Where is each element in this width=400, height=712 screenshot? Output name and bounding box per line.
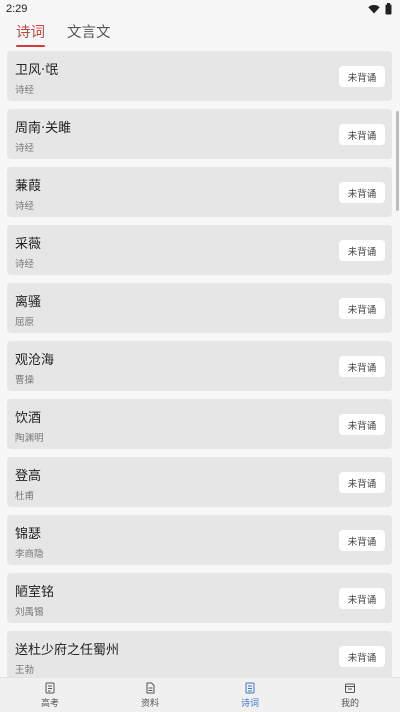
poem-author: 陶渊明 [15, 433, 44, 444]
list-item[interactable]: 采薇 诗经 未背诵 [7, 225, 392, 275]
profile-icon [345, 683, 355, 693]
nav-profile[interactable]: 我的 [300, 678, 400, 712]
poem-author: 诗经 [15, 85, 35, 96]
recite-status-button[interactable]: 未背诵 [339, 588, 385, 609]
poem-title: 蒹葭 [15, 179, 42, 194]
status-icons [368, 3, 392, 15]
recite-status-button[interactable]: 未背诵 [339, 66, 385, 87]
recite-status-button[interactable]: 未背诵 [339, 124, 385, 145]
tab-classical-prose[interactable]: 文言文 [67, 21, 111, 46]
recite-status-button[interactable]: 未背诵 [339, 182, 385, 203]
recite-status-button[interactable]: 未背诵 [339, 414, 385, 435]
recite-status-button[interactable]: 未背诵 [339, 646, 385, 667]
app-screen: 2:29 诗词 文言文 卫风·氓 诗经 未背诵 周南·关雎 诗经 未背诵 蒹葭 [0, 0, 400, 712]
list-item[interactable]: 送杜少府之任蜀州 王勃 未背诵 [7, 631, 392, 677]
poem-author: 曹操 [15, 375, 35, 386]
nav-label: 资料 [140, 698, 159, 709]
poem-author: 诗经 [15, 201, 35, 212]
poem-title: 周南·关雎 [15, 121, 72, 136]
recite-status-button[interactable]: 未背诵 [339, 356, 385, 377]
recite-status-button[interactable]: 未背诵 [339, 298, 385, 319]
list-item[interactable]: 观沧海 曹操 未背诵 [7, 341, 392, 391]
poem-title: 观沧海 [15, 353, 55, 368]
poem-list[interactable]: 卫风·氓 诗经 未背诵 周南·关雎 诗经 未背诵 蒹葭 诗经 未背诵 采薇 诗经… [0, 51, 400, 677]
category-tabs: 诗词 文言文 [0, 18, 400, 47]
tab-poems[interactable]: 诗词 [16, 21, 45, 47]
poem-icon [245, 682, 255, 693]
poem-title: 离骚 [15, 295, 42, 310]
list-item[interactable]: 蒹葭 诗经 未背诵 [7, 167, 392, 217]
nav-label: 我的 [340, 698, 359, 709]
list-item[interactable]: 周南·关雎 诗经 未背诵 [7, 109, 392, 159]
nav-materials[interactable]: 资料 [100, 678, 200, 712]
poem-author: 诗经 [15, 143, 35, 154]
status-time: 2:29 [6, 3, 28, 15]
poem-author: 屈原 [15, 317, 35, 328]
status-bar: 2:29 [0, 0, 400, 18]
list-item[interactable]: 离骚 屈原 未背诵 [7, 283, 392, 333]
nav-label: 高考 [40, 698, 59, 709]
poem-title: 送杜少府之任蜀州 [15, 643, 120, 658]
nav-label: 诗词 [240, 698, 259, 709]
poem-author: 李商隐 [15, 549, 44, 560]
poem-title: 锦瑟 [15, 527, 42, 542]
poem-title: 登高 [15, 469, 42, 484]
poem-title: 采薇 [15, 237, 42, 252]
recite-status-button[interactable]: 未背诵 [339, 530, 385, 551]
list-item[interactable]: 陋室铭 刘禹锡 未背诵 [7, 573, 392, 623]
nav-poems[interactable]: 诗词 [200, 678, 300, 712]
recite-status-button[interactable]: 未背诵 [339, 472, 385, 493]
scrollbar-thumb[interactable] [396, 111, 399, 211]
list-item[interactable]: 卫风·氓 诗经 未背诵 [7, 51, 392, 101]
list-item[interactable]: 登高 杜甫 未背诵 [7, 457, 392, 507]
poem-title: 陋室铭 [15, 585, 55, 600]
recite-status-button[interactable]: 未背诵 [339, 240, 385, 261]
list-item[interactable]: 饮酒 陶渊明 未背诵 [7, 399, 392, 449]
wifi-icon [368, 5, 380, 14]
poem-author: 杜甫 [15, 491, 35, 502]
poem-author: 诗经 [15, 259, 35, 270]
poem-title: 饮酒 [15, 411, 42, 426]
poem-author: 王勃 [15, 665, 35, 676]
document-icon [146, 682, 155, 693]
nav-exam[interactable]: 高考 [0, 678, 100, 712]
bottom-navigation: 高考 资料 诗词 我的 [0, 677, 400, 712]
battery-icon [385, 3, 392, 15]
poem-title: 卫风·氓 [15, 63, 59, 78]
poem-author: 刘禹锡 [15, 607, 44, 618]
exam-icon [45, 682, 55, 693]
list-item[interactable]: 锦瑟 李商隐 未背诵 [7, 515, 392, 565]
